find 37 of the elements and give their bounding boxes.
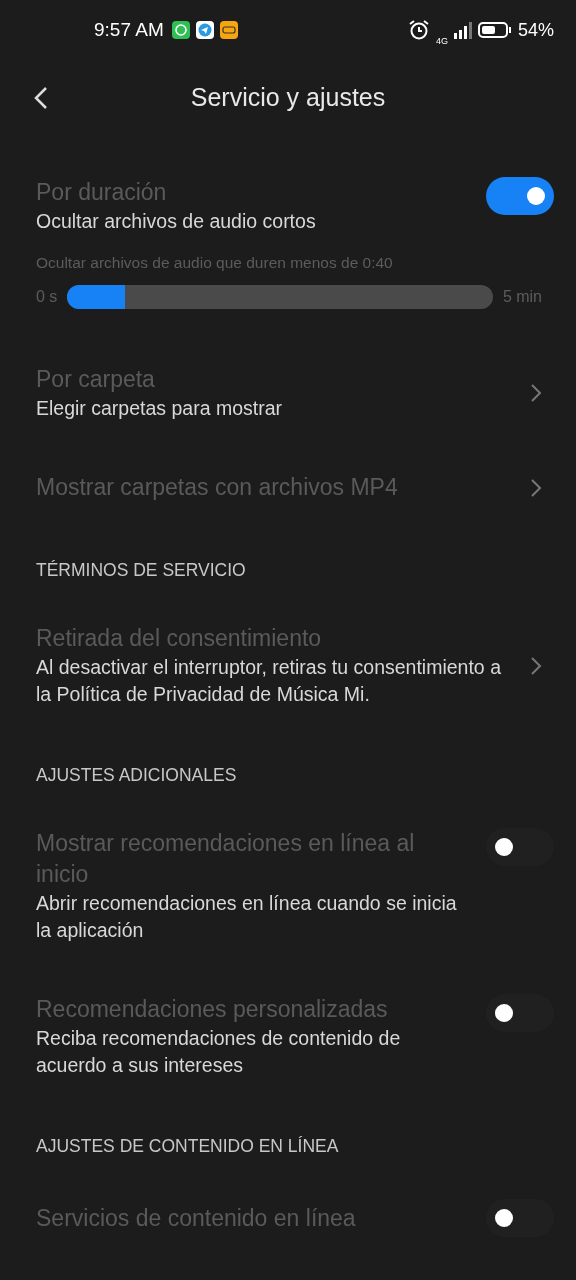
chevron-icon	[530, 477, 542, 498]
chat-app-icon	[171, 21, 190, 39]
setting-title: Servicios de contenido en línea	[36, 1203, 357, 1233]
app-icon	[219, 21, 238, 39]
signal-icon	[453, 21, 472, 39]
setting-description: Ocultar archivos de audio cortos	[36, 209, 317, 234]
chevron-icon	[530, 383, 542, 403]
toggle-switch[interactable]	[486, 177, 554, 215]
alarm-icon	[407, 19, 430, 41]
section-heading: AJUSTES ADICIONALES	[35, 764, 238, 787]
setting-title: Por duración	[36, 178, 168, 207]
section-heading: TÉRMINOS DE SERVICIO	[35, 559, 247, 582]
setting-title: Mostrar carpetas con archivos MP4	[36, 473, 399, 502]
chevron-icon	[530, 655, 542, 676]
setting-title: Retirada del consentimiento	[36, 624, 323, 653]
toggle-switch[interactable]	[486, 828, 554, 866]
battery-icon	[477, 21, 512, 39]
setting-title: Por carpeta	[36, 365, 156, 394]
status-time: 9:57 AM	[94, 19, 164, 41]
setting-title: Recomendaciones personalizadas	[36, 995, 389, 1024]
toggle-switch[interactable]	[486, 1199, 554, 1237]
section-heading: AJUSTES DE CONTENIDO EN LÍNEA	[35, 1135, 340, 1158]
setting-description: Reciba recomendaciones de contenido de acuerdo a sus intereses	[36, 1026, 402, 1078]
toggle-switch[interactable]	[486, 994, 554, 1032]
slider-track[interactable]	[67, 285, 493, 309]
setting-description: Elegir carpetas para mostrar	[36, 396, 284, 421]
setting-title: Mostrar recomendaciones en línea al inicio	[36, 829, 416, 889]
network-type: 4G	[435, 36, 448, 46]
setting-description: Abrir recomendaciones en línea cuando se inicia la aplicación	[36, 891, 458, 943]
send-app-icon	[195, 21, 214, 39]
back-icon	[32, 86, 50, 110]
slider-caption: Ocultar archivos de audio que duren menos de 0:40	[36, 253, 394, 273]
slider-min-label: 0 s	[36, 288, 58, 306]
setting-description: Al desactivar el interruptor, retiras tu consentimiento a la Política de Privacidad de Música Mi.	[36, 655, 502, 707]
battery-percent: 54%	[517, 19, 554, 41]
slider-max-label: 5 min	[502, 288, 542, 306]
page-title: Servicio y ajustes	[190, 83, 386, 112]
